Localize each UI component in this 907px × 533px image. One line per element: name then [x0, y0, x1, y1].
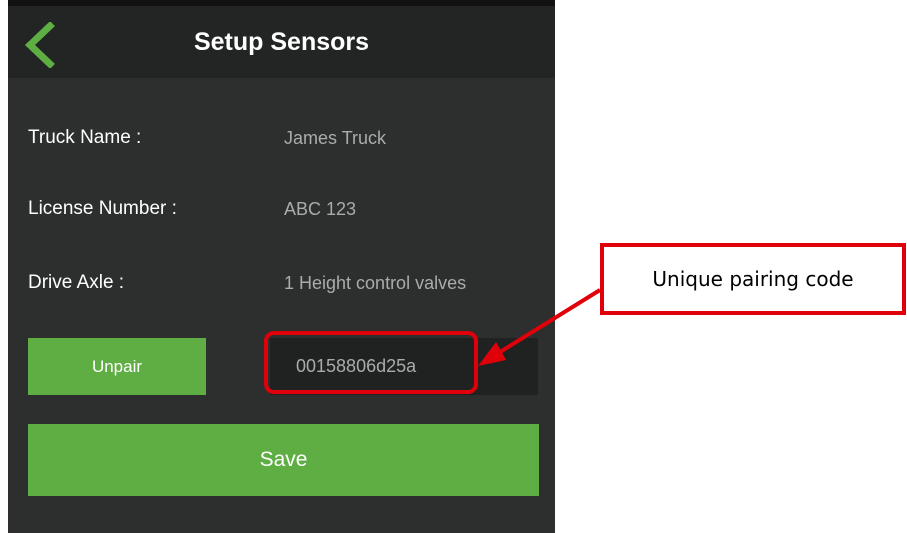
app-bar: Setup Sensors [8, 0, 555, 78]
callout-box: Unique pairing code [600, 243, 906, 315]
pairing-code-highlight [264, 331, 478, 394]
drive-axle-label: Drive Axle : [28, 272, 125, 293]
unpair-button[interactable]: Unpair [28, 338, 206, 395]
save-button[interactable]: Save [28, 424, 539, 496]
page-title: Setup Sensors [193, 28, 370, 56]
truck-name-value: James Truck [284, 128, 387, 148]
license-number-label: License Number : [28, 198, 177, 219]
phone-screen: Setup Sensors Truck Name : James Truck L… [8, 0, 555, 533]
screenshot-stage: Setup Sensors Truck Name : James Truck L… [0, 0, 907, 533]
drive-axle-value[interactable]: 1 Height control valves [284, 273, 466, 294]
truck-name-label: Truck Name : [28, 127, 142, 148]
license-number-value: ABC 123 [284, 199, 357, 219]
